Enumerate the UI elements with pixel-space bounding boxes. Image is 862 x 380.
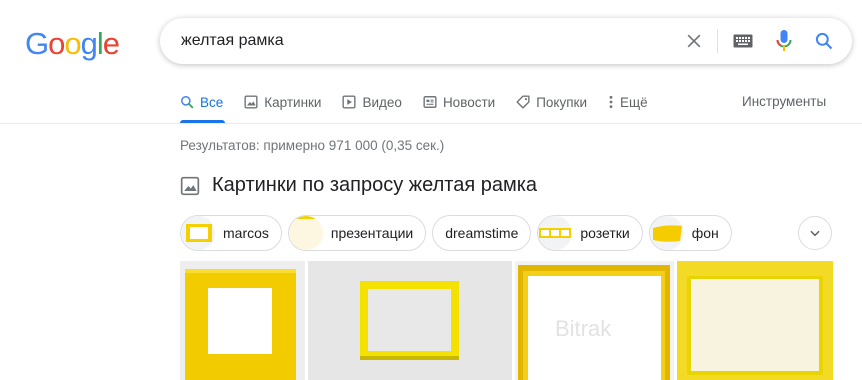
tab-all[interactable]: Все <box>180 90 223 114</box>
chip-sockets[interactable]: розетки <box>537 215 643 251</box>
chip-label: dreamstime <box>445 225 519 241</box>
tab-news[interactable]: Новости <box>423 90 495 114</box>
tag-icon <box>516 95 530 109</box>
logo-letter: o <box>48 26 65 61</box>
tab-label: Новости <box>442 94 496 110</box>
image-icon <box>244 95 258 109</box>
more-icon <box>609 95 613 109</box>
chip-thumbnail <box>649 216 684 250</box>
image-result[interactable]: Bitrak <box>515 261 674 380</box>
tab-video[interactable]: Видео <box>342 90 402 114</box>
google-logo[interactable]: Google <box>25 26 120 62</box>
search-icon <box>180 95 194 109</box>
chip-dreamstime[interactable]: dreamstime <box>432 215 532 251</box>
chevron-down-icon <box>810 230 820 237</box>
expand-chips-button[interactable] <box>798 216 832 250</box>
tab-shopping[interactable]: Покупки <box>516 90 587 114</box>
tools-button[interactable]: Инструменты <box>742 94 826 109</box>
search-icon[interactable] <box>810 18 838 64</box>
microphone-icon[interactable] <box>770 18 798 64</box>
logo-letter: G <box>25 26 49 61</box>
images-section-title[interactable]: Картинки по запросу желтая рамка <box>212 174 537 197</box>
chip-marcos[interactable]: marcos <box>180 215 282 251</box>
chip-label: розетки <box>580 225 630 241</box>
image-result[interactable] <box>677 261 833 380</box>
chip-presentations[interactable]: презентации <box>287 215 427 251</box>
search-box[interactable]: желтая рамка <box>160 18 852 64</box>
close-icon[interactable] <box>680 18 708 64</box>
chip-label: marcos <box>223 225 269 241</box>
tab-images[interactable]: Картинки <box>244 90 321 114</box>
logo-letter: e <box>102 26 120 61</box>
tab-label: Ещё <box>619 94 648 110</box>
keyboard-icon[interactable] <box>730 18 756 64</box>
chip-background[interactable]: фон <box>648 215 732 251</box>
chip-label: презентации <box>330 225 414 241</box>
logo-letter: g <box>80 26 98 61</box>
refinement-chips: marcos презентации dreamstime розетки фо… <box>180 215 738 251</box>
tab-more[interactable]: Ещё <box>608 90 648 114</box>
chip-thumbnail <box>538 216 573 250</box>
logo-letter: o <box>64 26 81 61</box>
search-input[interactable]: желтая рамка <box>181 32 284 50</box>
result-stats: Результатов: примерно 971 000 (0,35 сек.… <box>180 138 445 153</box>
image-result[interactable] <box>308 261 512 380</box>
image-icon <box>180 176 200 195</box>
search-divider <box>717 29 718 53</box>
chip-thumbnail <box>288 216 323 250</box>
svg-text:Bitrak: Bitrak <box>555 316 612 341</box>
tab-label: Покупки <box>536 94 587 110</box>
chip-thumbnail <box>181 216 215 250</box>
tab-label: Картинки <box>264 94 322 110</box>
images-section-heading: Картинки по запросу желтая рамка <box>180 174 537 197</box>
image-results: Bitrak <box>180 261 836 380</box>
tab-label: Видео <box>362 94 402 110</box>
chip-label: фон <box>691 225 719 241</box>
video-icon <box>342 95 357 109</box>
news-icon <box>423 96 437 108</box>
tab-label: Все <box>200 94 224 110</box>
search-tabs: Все Картинки Видео Новости Покупки Ещё <box>180 90 669 124</box>
image-result[interactable] <box>180 261 305 380</box>
tabs-divider <box>0 123 862 124</box>
